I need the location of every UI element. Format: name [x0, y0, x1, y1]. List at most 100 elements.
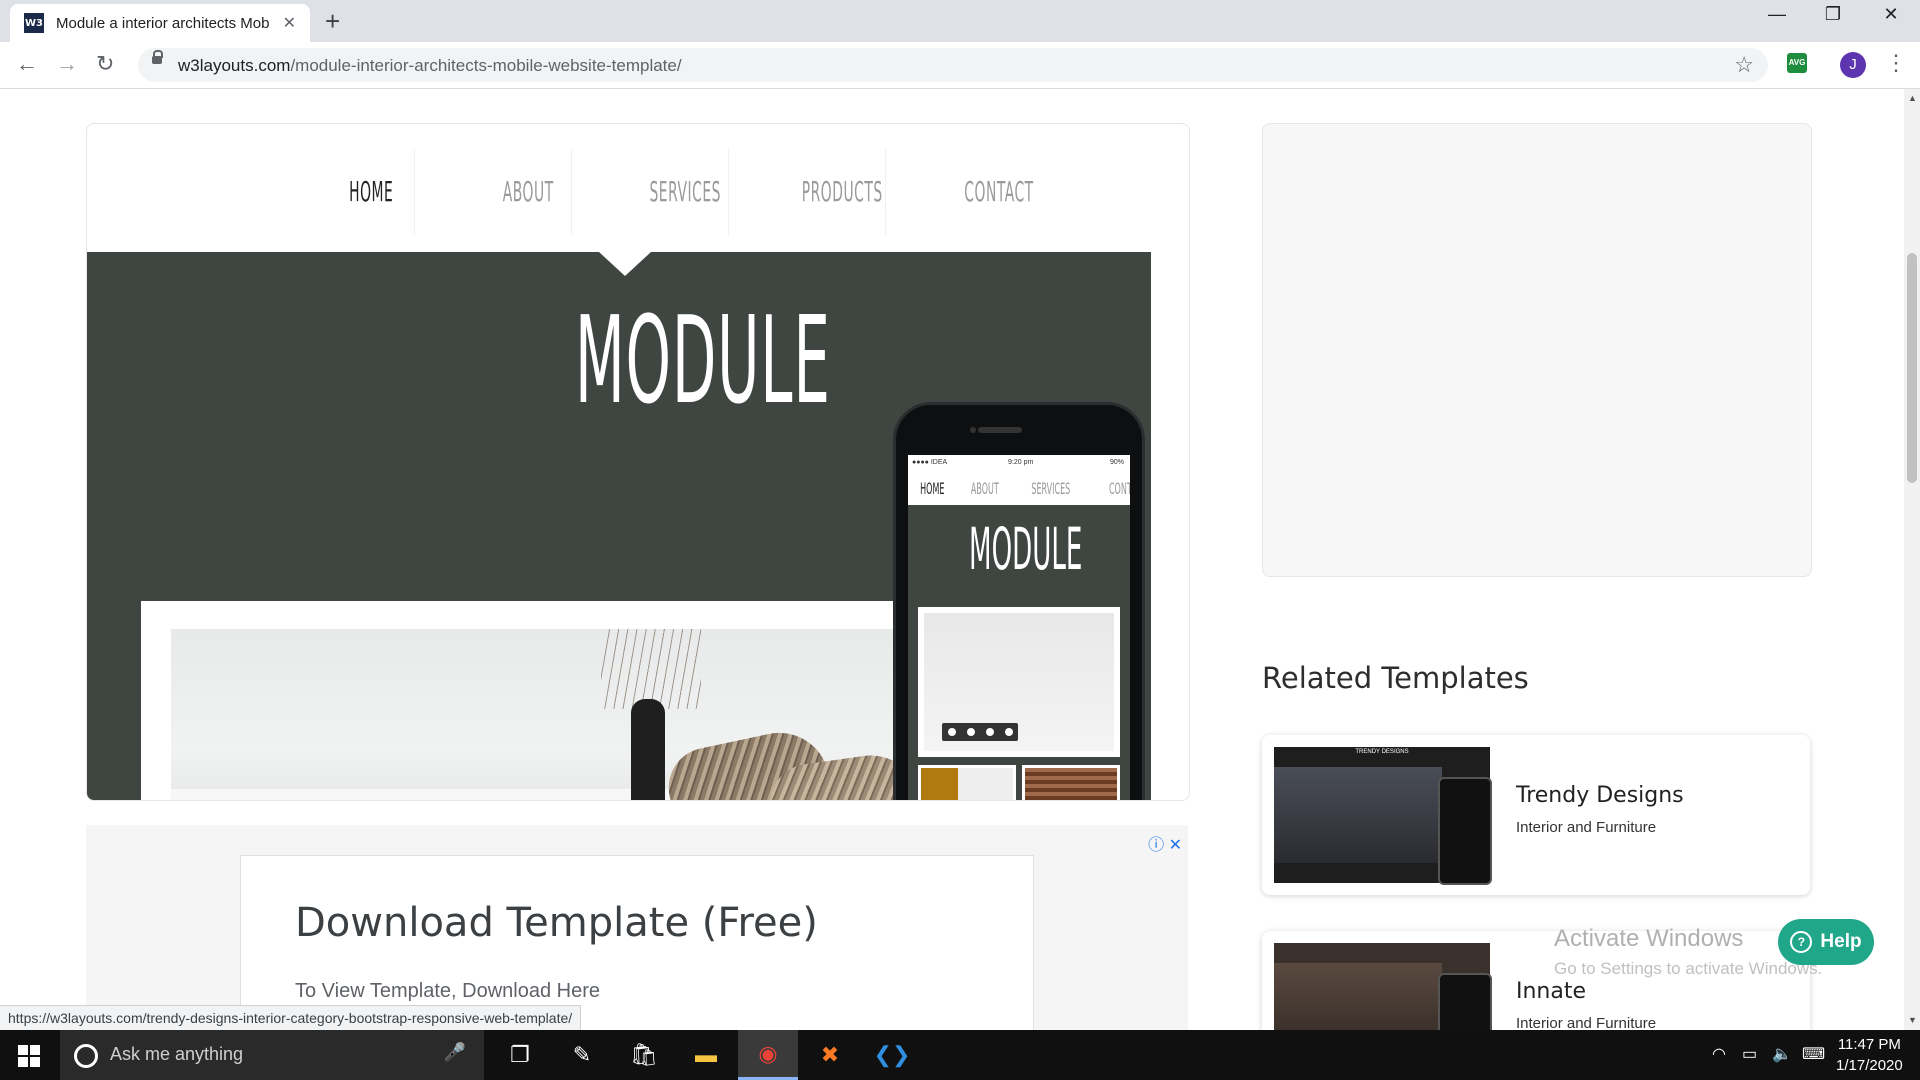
lock-icon[interactable]: [152, 50, 163, 64]
template-thumbnail[interactable]: TRENDY DESIGNS: [1274, 747, 1492, 885]
thumbnail-brand: TRENDY DESIGNS: [1355, 749, 1409, 755]
phone-title: MODULE: [969, 515, 1083, 583]
preview-nav-products: PRODUCTS: [799, 149, 886, 235]
activate-windows-subtitle: Go to Settings to activate Windows.: [1554, 959, 1823, 978]
file-explorer-icon[interactable]: ▬: [676, 1030, 736, 1080]
bookmark-star-icon[interactable]: ☆: [1734, 52, 1754, 78]
phone-camera-dot: [970, 427, 976, 433]
preview-nav: HOME ABOUT SERVICES PRODUCTS CONTACT: [293, 124, 1077, 235]
template-category: Interior and Furniture: [1516, 1015, 1657, 1030]
preview-nav-home: HOME: [328, 149, 415, 235]
question-icon: ?: [1790, 931, 1813, 953]
help-button[interactable]: ? Help: [1778, 919, 1874, 965]
browser-tab-bar: W3 Module a interior architects Mob ✕ + …: [0, 0, 1920, 42]
phone-mockup: ●●●● IDEA 9:20 pm 90% HOME ABOUT SERVICE…: [893, 402, 1145, 800]
twigs: [601, 629, 701, 709]
help-label: Help: [1820, 931, 1862, 952]
search-placeholder[interactable]: Ask me anything: [110, 1044, 243, 1065]
clock-time: 11:47 PM: [1837, 1036, 1901, 1053]
volume-icon[interactable]: 🔈: [1772, 1044, 1792, 1064]
menu-kebab-icon[interactable]: ⋮: [1885, 50, 1907, 76]
ad-subtitle[interactable]: To View Template, Download Here: [295, 980, 600, 1003]
scroll-up-icon[interactable]: ▲: [1908, 93, 1917, 103]
preview-nav-contact: CONTACT: [964, 175, 1034, 208]
ad-banner[interactable]: ⓘ ✕ Download Template (Free) To View Tem…: [86, 825, 1188, 1030]
hero-photo-frame: [141, 601, 911, 800]
url-text[interactable]: w3layouts.com/module-interior-architects…: [178, 56, 682, 76]
phone-speaker: [978, 427, 1022, 433]
profile-avatar[interactable]: J: [1840, 52, 1866, 78]
scroll-down-icon[interactable]: ▼: [1908, 1015, 1917, 1025]
related-templates-heading: Related Templates: [1262, 661, 1529, 695]
browser-tab[interactable]: W3 Module a interior architects Mob ✕: [10, 4, 310, 42]
phone-nav: HOME ABOUT SERVICES CONTACT: [908, 471, 1130, 505]
slider-dots: [942, 723, 1018, 741]
ad-title[interactable]: Download Template (Free): [295, 900, 818, 946]
interior-photo: [171, 629, 911, 800]
scrollbar-thumb[interactable]: [1907, 253, 1917, 483]
phone-battery: 90%: [1109, 459, 1124, 466]
browser-toolbar: ← → ↻ w3layouts.com/module-interior-arch…: [0, 42, 1920, 89]
store-icon[interactable]: 🛍: [614, 1030, 674, 1080]
xampp-icon[interactable]: ✖: [800, 1030, 860, 1080]
activate-windows-title: Activate Windows: [1554, 925, 1744, 952]
taskbar-clock[interactable]: 11:47 PM 1/17/2020: [1836, 1034, 1903, 1076]
ad-card[interactable]: Download Template (Free) To View Templat…: [240, 855, 1034, 1030]
template-name[interactable]: Trendy Designs: [1516, 783, 1684, 808]
web-page: HOME ABOUT SERVICES PRODUCTS CONTACT MOD…: [0, 89, 1904, 1030]
microphone-icon[interactable]: 🎤: [444, 1042, 466, 1063]
phone-nav-about: ABOUT: [970, 478, 999, 498]
sidebar-ad-placeholder: [1262, 123, 1812, 577]
window-close-icon[interactable]: ✕: [1866, 4, 1916, 25]
back-icon[interactable]: ←: [16, 51, 38, 77]
template-preview-card[interactable]: HOME ABOUT SERVICES PRODUCTS CONTACT MOD…: [86, 123, 1190, 801]
address-bar[interactable]: w3layouts.com/module-interior-architects…: [138, 48, 1768, 82]
windows-start-icon[interactable]: [18, 1045, 40, 1067]
restore-icon[interactable]: ❐: [1808, 4, 1858, 25]
template-category: Interior and Furniture: [1516, 819, 1657, 836]
phone-carrier: ●●●● IDEA: [912, 459, 948, 466]
page-scrollbar[interactable]: ▲ ▼: [1904, 89, 1920, 1030]
windows-taskbar: Ask me anything 🎤 ❐ ✎ 🛍 ▬ ◉ ✖ ❮❯ ◠ ▭ 🔈 ⌨…: [0, 1030, 1920, 1080]
thumbnail-phone: [1438, 973, 1492, 1030]
network-icon[interactable]: ◠: [1712, 1044, 1726, 1064]
ad-choices-icons[interactable]: ⓘ ✕: [1148, 831, 1182, 855]
phone-time: 9:20 pm: [1008, 459, 1034, 466]
phone-thumbnail: [1022, 765, 1120, 800]
preview-nav-about: ABOUT: [485, 149, 572, 235]
template-name[interactable]: Innate: [1516, 979, 1586, 1004]
task-view-icon[interactable]: ❐: [490, 1030, 550, 1080]
clock-date: 1/17/2020: [1836, 1057, 1903, 1074]
taskbar-search[interactable]: Ask me anything 🎤: [60, 1030, 484, 1080]
related-template-card[interactable]: TRENDY DESIGNS Trendy Designs Interior a…: [1262, 735, 1810, 895]
app-icon[interactable]: ✎: [552, 1030, 612, 1080]
thumbnail-phone: [1438, 777, 1492, 885]
preview-nav-services: SERVICES: [642, 149, 729, 235]
phone-status-bar: ●●●● IDEA 9:20 pm 90%: [908, 455, 1130, 471]
vscode-icon[interactable]: ❮❯: [862, 1030, 922, 1080]
thumbnail-screen: [1274, 963, 1442, 1030]
keyboard-icon[interactable]: ⌨: [1802, 1044, 1825, 1064]
cortana-icon[interactable]: [74, 1044, 98, 1068]
phone-nav-home: HOME: [920, 478, 945, 498]
battery-icon[interactable]: ▭: [1742, 1044, 1757, 1064]
phone-screen: ●●●● IDEA 9:20 pm 90% HOME ABOUT SERVICE…: [908, 455, 1130, 800]
chrome-icon[interactable]: ◉: [738, 1030, 798, 1080]
phone-nav-contact: CONTACT: [1108, 478, 1130, 498]
preview-hero: MODULE ●●●● IDEA 9:20 pm 90% HOME ABOUT …: [87, 252, 1151, 800]
tab-title: Module a interior architects Mob: [56, 14, 270, 32]
phone-nav-services: SERVICES: [1031, 478, 1071, 498]
forward-icon[interactable]: →: [56, 51, 78, 77]
tab-close-icon[interactable]: ✕: [283, 13, 296, 33]
phone-thumbnails: [918, 765, 1120, 800]
reload-icon[interactable]: ↻: [96, 51, 114, 77]
thumbnail-screen: [1274, 767, 1442, 863]
avg-extension-icon[interactable]: AVG: [1787, 53, 1807, 73]
new-tab-icon[interactable]: +: [325, 6, 340, 37]
template-thumbnail[interactable]: [1274, 943, 1492, 1030]
minimize-icon[interactable]: —: [1752, 4, 1802, 25]
phone-photo: [918, 607, 1120, 757]
vase: [631, 699, 665, 800]
hero-notch: [599, 252, 651, 276]
phone-thumbnail: [918, 765, 1016, 800]
